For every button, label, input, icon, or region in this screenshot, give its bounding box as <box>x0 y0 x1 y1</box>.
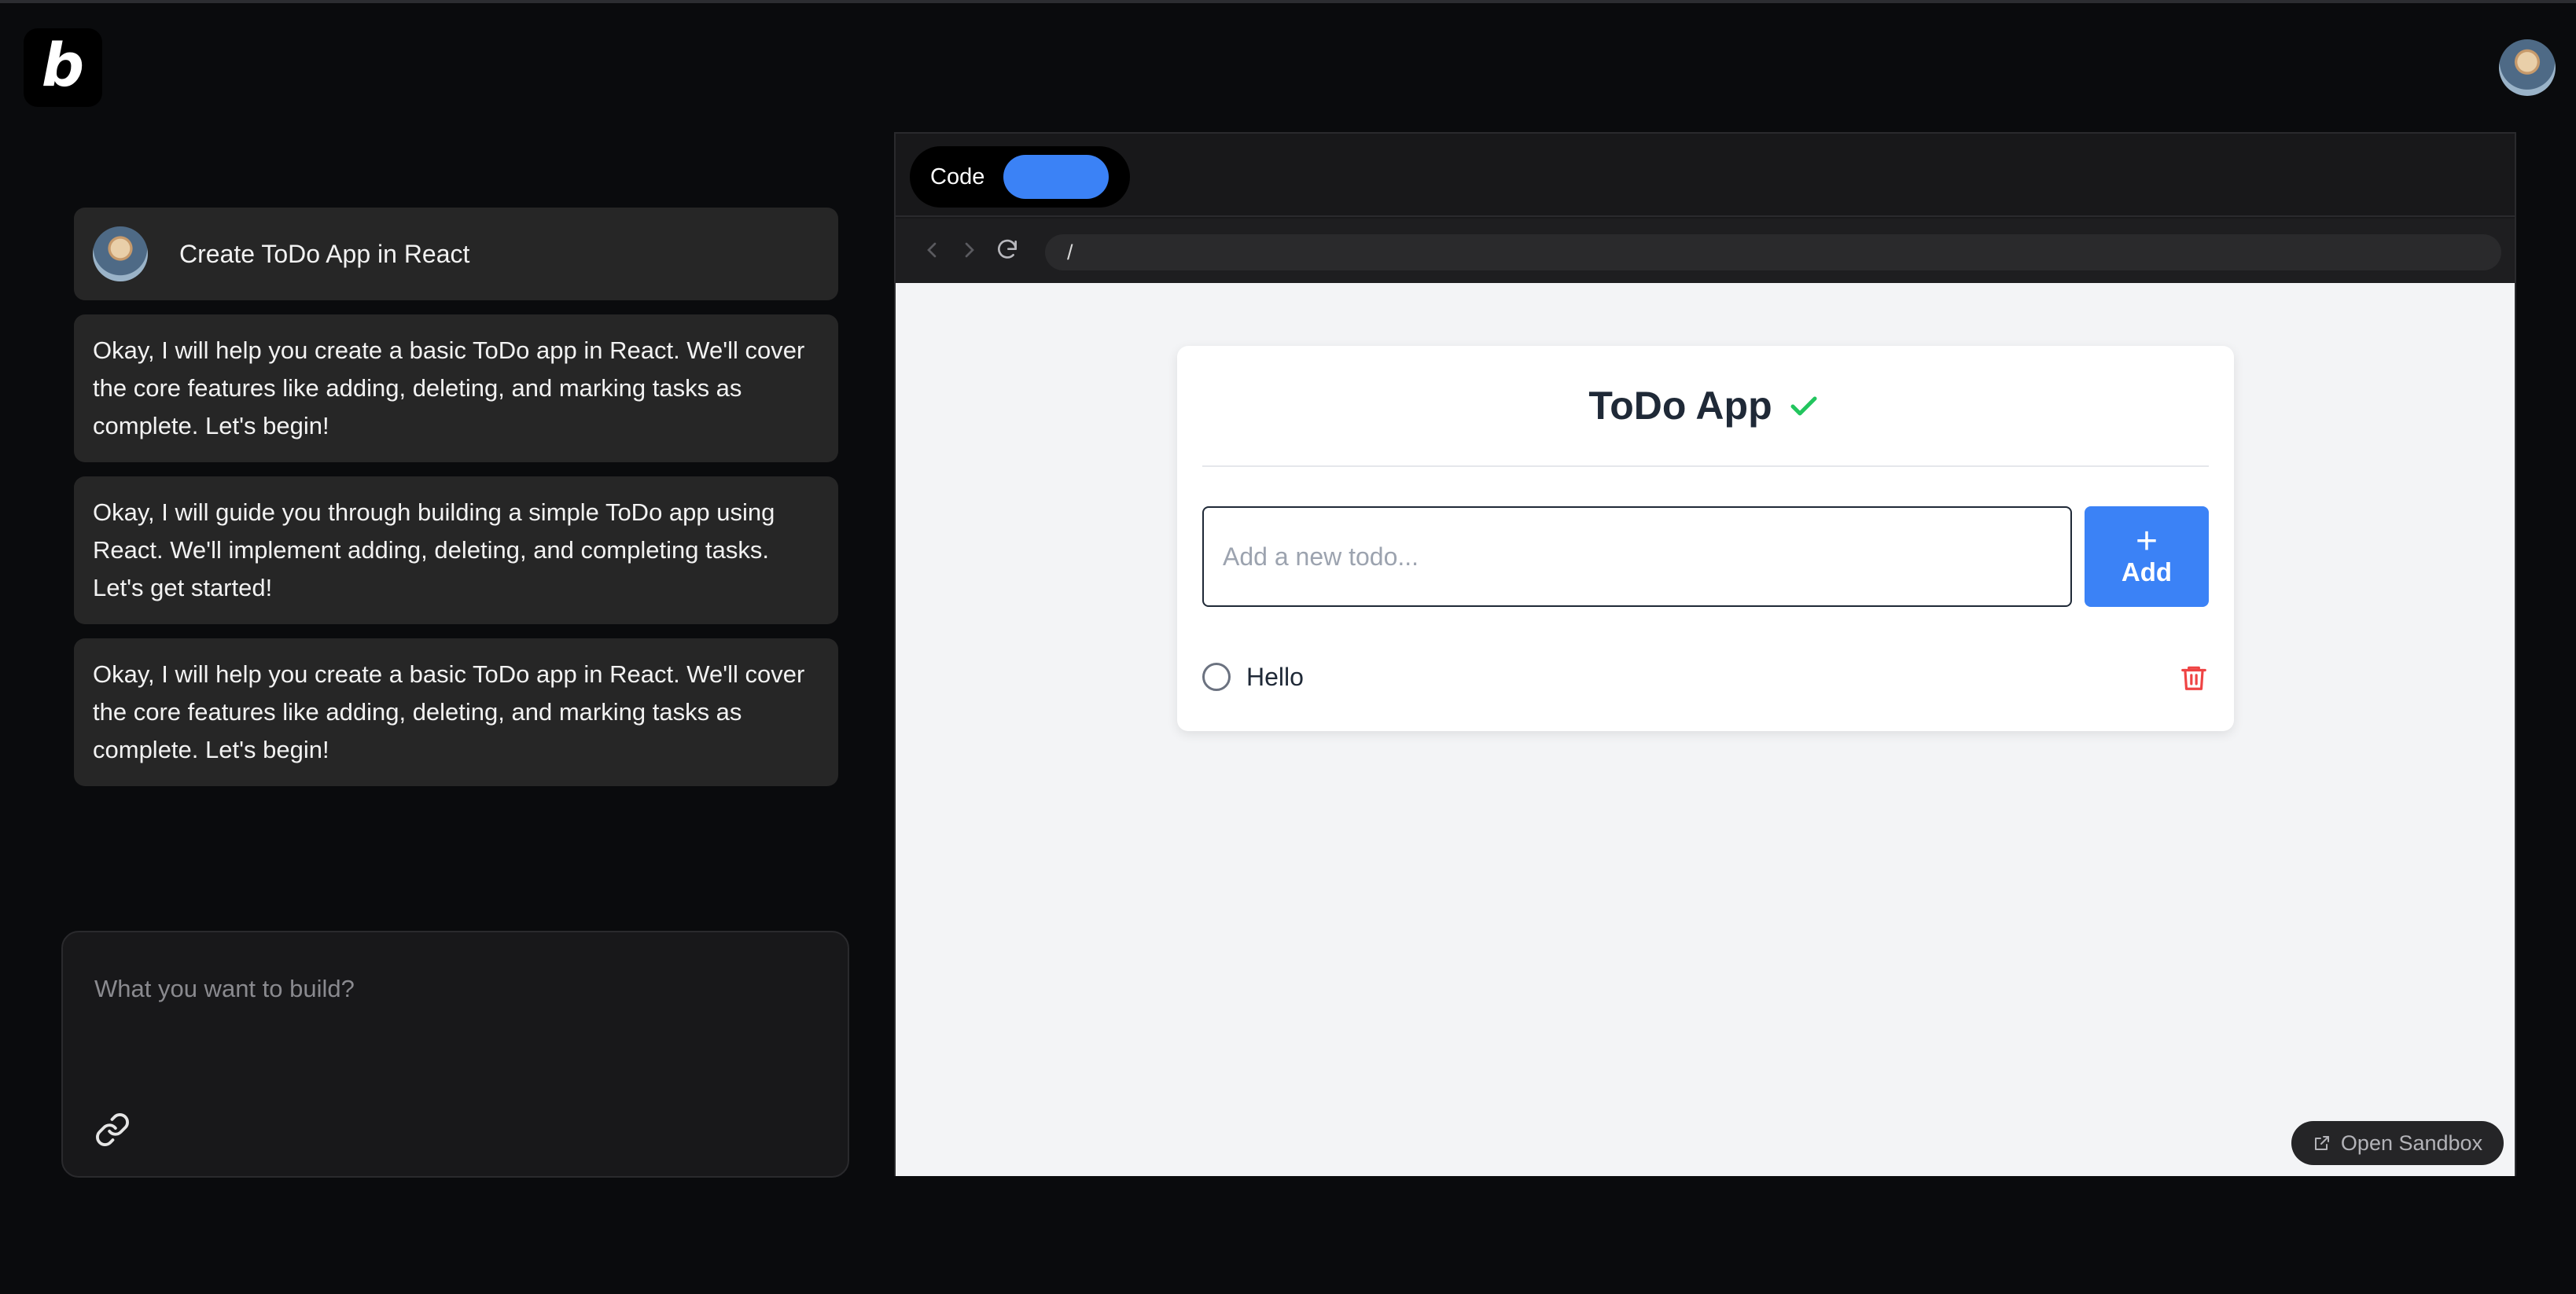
chevron-left-icon[interactable] <box>919 237 944 263</box>
prompt-input[interactable] <box>94 965 802 1013</box>
user-message: Create ToDo App in React <box>74 208 838 300</box>
browser-navigation-bar: / <box>896 219 2515 283</box>
trash-icon[interactable] <box>2179 662 2209 693</box>
add-todo-button[interactable]: + Add <box>2085 506 2209 607</box>
check-icon <box>1790 396 1817 416</box>
assistant-message-text: Okay, I will guide you through building … <box>93 498 775 601</box>
reload-icon[interactable] <box>995 237 1020 263</box>
chat-thread: Create ToDo App in React Okay, I will he… <box>74 208 838 800</box>
user-message-avatar <box>93 226 148 281</box>
chevron-right-icon[interactable] <box>957 237 982 263</box>
add-button-label: Add <box>2121 557 2173 586</box>
external-link-icon <box>2314 1136 2329 1150</box>
todo-item-text: Hello <box>1246 662 1304 691</box>
assistant-message: Okay, I will guide you through building … <box>74 476 838 624</box>
todo-header: ToDo App <box>1202 346 2209 467</box>
user-message-text: Create ToDo App in React <box>179 240 470 268</box>
todo-complete-checkbox[interactable] <box>1202 663 1231 691</box>
todo-card: ToDo App + Add Hello <box>1177 346 2234 731</box>
panel-toolbar: Code <box>896 134 2515 217</box>
app-preview: ToDo App + Add Hello Open Sandbox <box>896 283 2515 1176</box>
todo-item: Hello <box>1202 645 2209 709</box>
code-preview-toggle[interactable]: Code <box>910 146 1130 208</box>
toggle-active-pill[interactable] <box>1003 155 1110 199</box>
app-logo[interactable]: b <box>24 28 102 107</box>
open-sandbox-label: Open Sandbox <box>2340 1130 2483 1155</box>
logo-letter: b <box>41 30 85 100</box>
url-bar[interactable]: / <box>1045 234 2501 270</box>
assistant-message: Okay, I will help you create a basic ToD… <box>74 638 838 786</box>
assistant-message: Okay, I will help you create a basic ToD… <box>74 314 838 462</box>
prompt-box <box>61 931 849 1178</box>
todo-title: ToDo App <box>1588 384 1772 428</box>
user-avatar[interactable] <box>2499 39 2556 96</box>
link-icon[interactable] <box>94 1112 131 1148</box>
open-sandbox-button[interactable]: Open Sandbox <box>2291 1121 2504 1165</box>
todo-input[interactable] <box>1202 506 2072 607</box>
window-top-border <box>0 0 2576 3</box>
toggle-label-code[interactable]: Code <box>930 164 984 190</box>
assistant-message-text: Okay, I will help you create a basic ToD… <box>93 336 805 439</box>
plus-icon: + <box>2135 520 2158 562</box>
preview-panel: Code / ToDo App + Add Hello <box>894 132 2516 1176</box>
assistant-message-text: Okay, I will help you create a basic ToD… <box>93 660 805 763</box>
